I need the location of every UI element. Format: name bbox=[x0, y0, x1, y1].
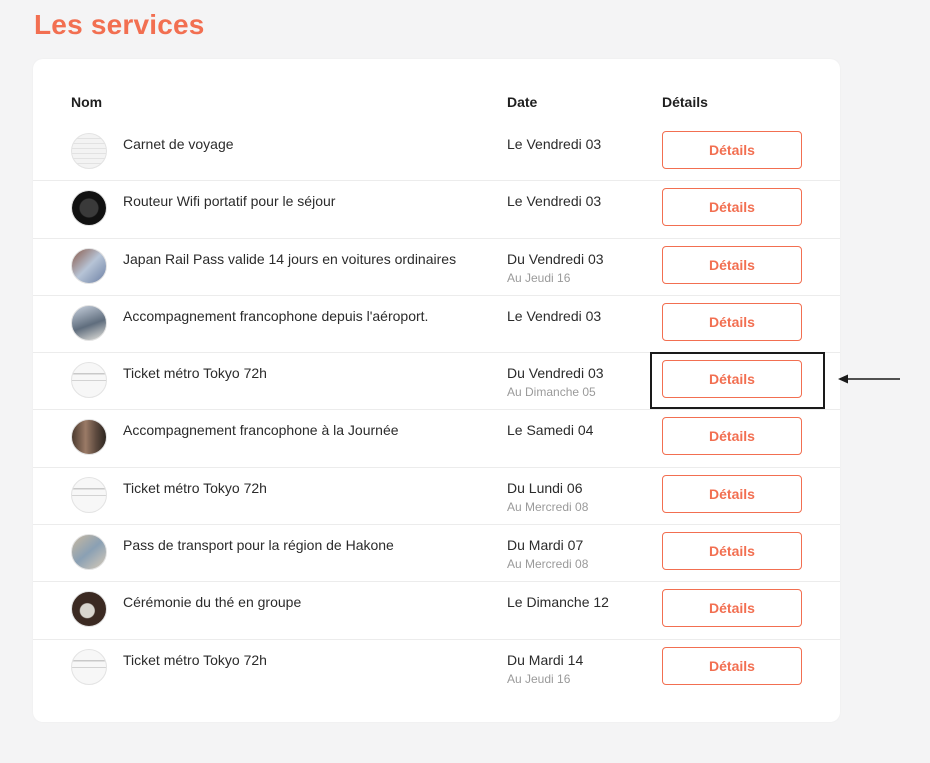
table-row: Japan Rail Pass valide 14 jours en voitu… bbox=[33, 239, 840, 296]
table-row: Accompagnement francophone à la Journée … bbox=[33, 410, 840, 468]
column-header-name: Nom bbox=[71, 94, 103, 110]
train-pass-icon bbox=[71, 247, 107, 284]
notebook-icon bbox=[71, 133, 107, 169]
service-date: Du Vendredi 03 bbox=[507, 365, 604, 382]
details-button[interactable]: Détails bbox=[662, 188, 802, 227]
street-icon bbox=[71, 419, 107, 456]
details-button[interactable]: Détails bbox=[662, 131, 802, 169]
service-name: Japan Rail Pass valide 14 jours en voitu… bbox=[123, 250, 457, 267]
service-date: Le Vendredi 03 bbox=[507, 193, 602, 210]
metro-ticket-icon bbox=[71, 476, 107, 513]
table-row: Pass de transport pour la région de Hako… bbox=[33, 525, 840, 583]
service-name: Routeur Wifi portatif pour le séjour bbox=[123, 193, 336, 210]
table-row: Routeur Wifi portatif pour le séjour Le … bbox=[33, 181, 840, 239]
details-button[interactable]: Détails bbox=[662, 532, 802, 571]
table-row: Ticket métro Tokyo 72h Du Mardi 14 Au Je… bbox=[33, 640, 840, 697]
service-date-end: Au Mercredi 08 bbox=[507, 499, 589, 514]
service-date-end: Au Jeudi 16 bbox=[507, 671, 571, 686]
highlight-box bbox=[650, 352, 825, 409]
service-date-end: Au Dimanche 05 bbox=[507, 385, 596, 400]
service-name: Pass de transport pour la région de Hako… bbox=[123, 537, 394, 554]
service-name: Ticket métro Tokyo 72h bbox=[123, 365, 267, 382]
guide-icon bbox=[71, 304, 107, 341]
service-date: Le Dimanche 12 bbox=[507, 594, 609, 611]
service-name: Ticket métro Tokyo 72h bbox=[123, 651, 267, 668]
service-date: Du Mardi 14 bbox=[507, 651, 584, 668]
tea-ceremony-icon bbox=[71, 591, 107, 628]
left-arrow-icon bbox=[838, 374, 900, 384]
table-row: Carnet de voyage Le Vendredi 03 Détails bbox=[33, 124, 840, 182]
details-button[interactable]: Détails bbox=[662, 417, 802, 456]
details-button[interactable]: Détails bbox=[662, 589, 802, 628]
details-button[interactable]: Détails bbox=[662, 302, 802, 341]
details-button[interactable]: Détails bbox=[662, 245, 802, 284]
service-date: Du Lundi 06 bbox=[507, 479, 583, 496]
service-date-end: Au Mercredi 08 bbox=[507, 557, 589, 572]
service-date: Du Vendredi 03 bbox=[507, 250, 604, 267]
table-row: Cérémonie du thé en groupe Le Dimanche 1… bbox=[33, 582, 840, 640]
page-title: Les services bbox=[34, 9, 205, 40]
hakone-pass-icon bbox=[71, 534, 107, 571]
service-name: Ticket métro Tokyo 72h bbox=[123, 479, 267, 496]
table-header: Nom Date Détails bbox=[33, 59, 840, 122]
metro-ticket-icon bbox=[71, 648, 107, 685]
services-list: Carnet de voyage Le Vendredi 03 Détails … bbox=[33, 124, 840, 697]
service-date: Le Vendredi 03 bbox=[507, 136, 602, 152]
details-button[interactable]: Détails bbox=[662, 474, 802, 513]
service-date-end: Au Jeudi 16 bbox=[507, 270, 571, 285]
column-header-date: Date bbox=[507, 94, 538, 110]
service-name: Cérémonie du thé en groupe bbox=[123, 594, 302, 611]
wifi-router-icon bbox=[71, 190, 107, 227]
service-name: Carnet de voyage bbox=[123, 136, 234, 152]
service-date: Le Samedi 04 bbox=[507, 422, 594, 439]
table-row: Ticket métro Tokyo 72h Du Lundi 06 Au Me… bbox=[33, 468, 840, 526]
service-date: Le Vendredi 03 bbox=[507, 307, 602, 324]
details-button[interactable]: Détails bbox=[662, 646, 802, 685]
service-date: Du Mardi 07 bbox=[507, 537, 584, 554]
service-name: Accompagnement francophone à la Journée bbox=[123, 422, 399, 439]
table-row: Accompagnement francophone depuis l'aéro… bbox=[33, 296, 840, 354]
metro-ticket-icon bbox=[71, 362, 107, 399]
service-name: Accompagnement francophone depuis l'aéro… bbox=[123, 307, 429, 324]
column-header-details: Détails bbox=[662, 94, 708, 110]
